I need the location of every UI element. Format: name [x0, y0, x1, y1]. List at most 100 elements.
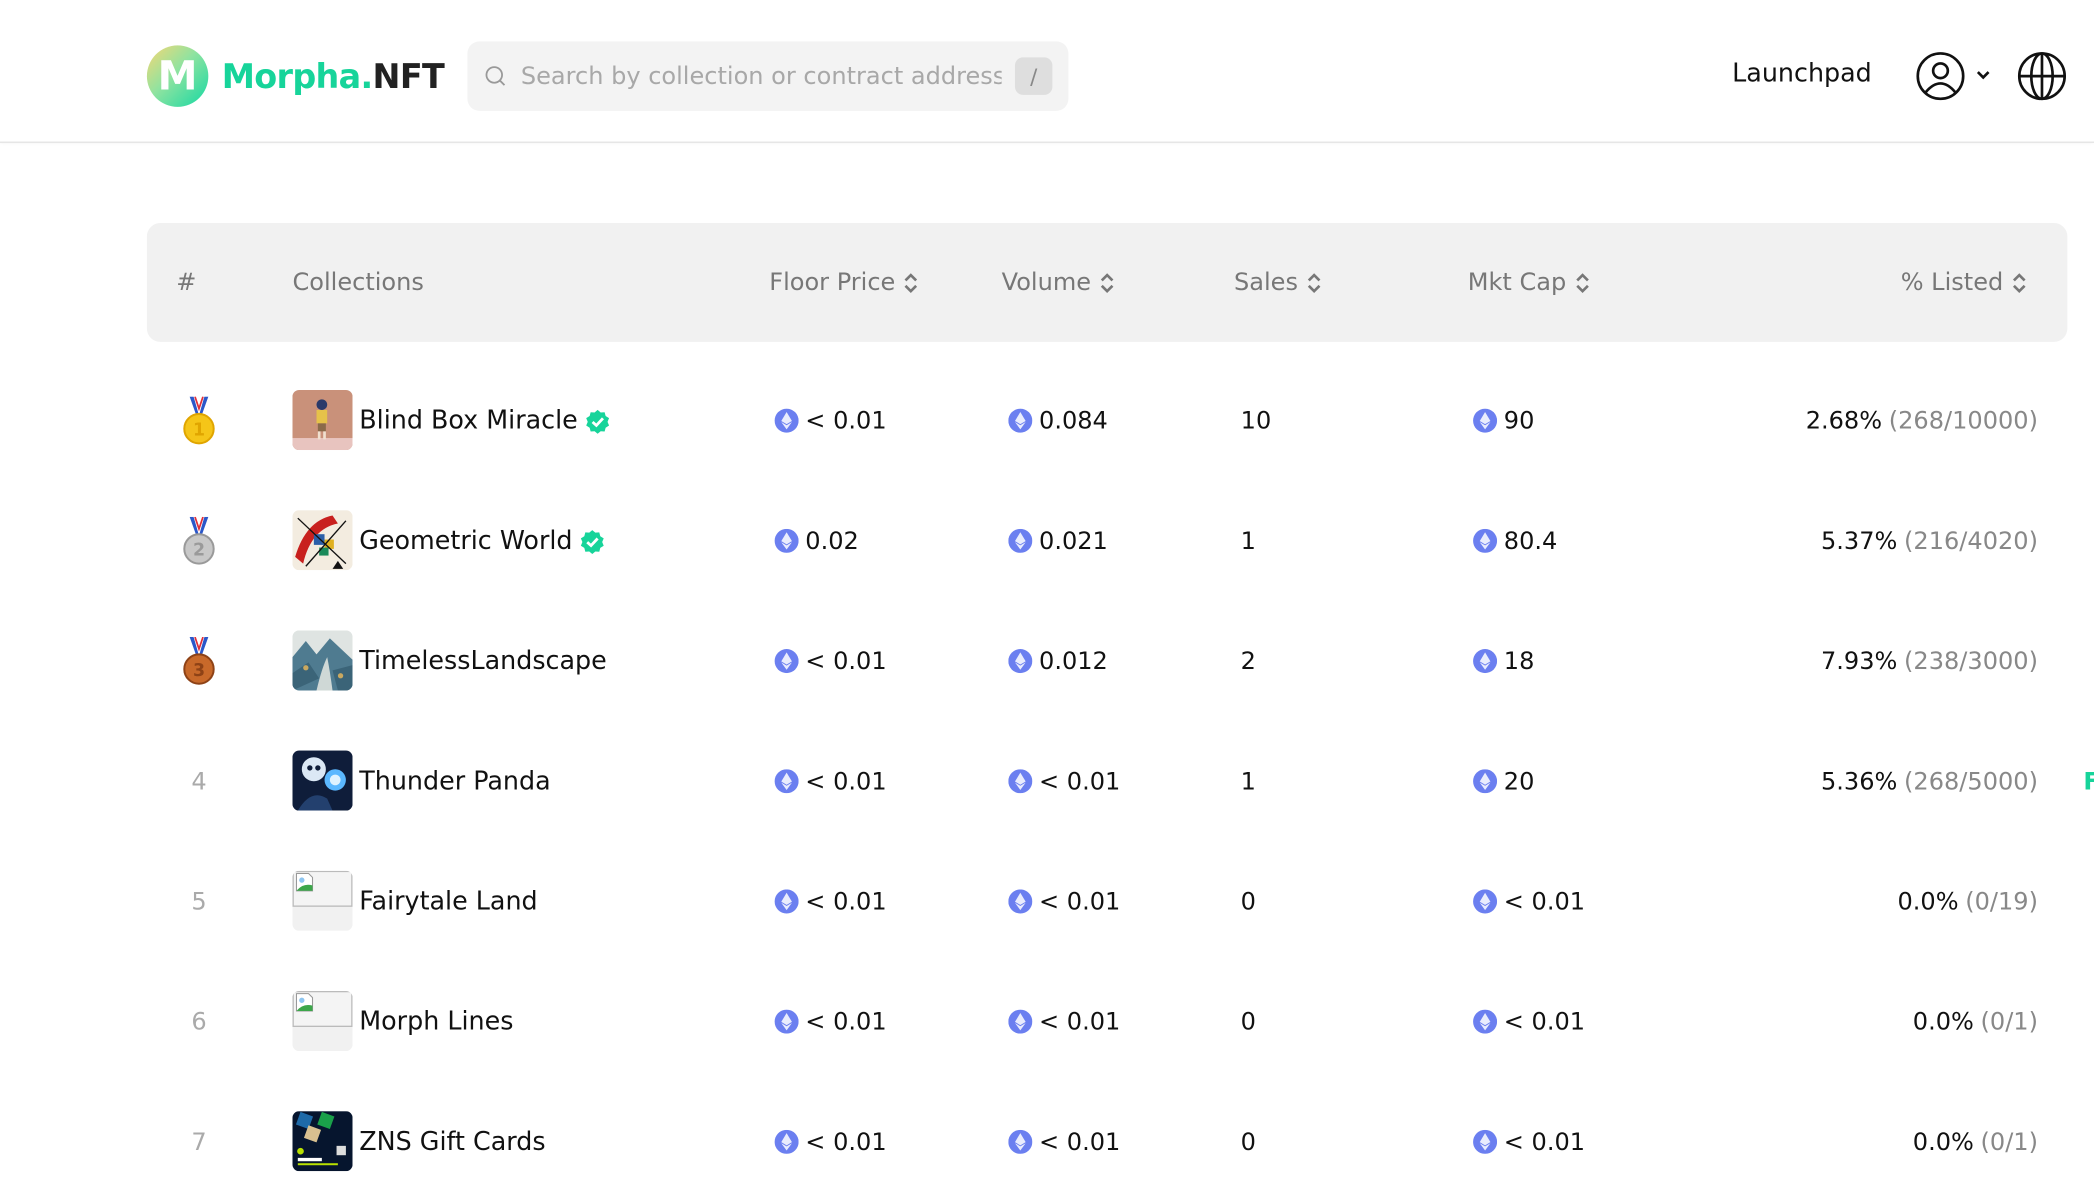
launchpad-link[interactable]: Launchpad — [1732, 59, 1872, 88]
logo-mark-icon: M — [146, 45, 209, 107]
eth-icon — [1473, 528, 1498, 553]
column-header-listed[interactable]: % Listed — [1901, 268, 2028, 296]
collection-thumbnail[interactable] — [292, 990, 353, 1052]
table-row[interactable]: 5 Fairytale Land < 0.01 < 0.01 0 < 0.01 … — [147, 841, 2067, 961]
collection-name[interactable]: Geometric World — [359, 481, 604, 601]
collection-name-text[interactable]: TimelessLandscape — [359, 646, 607, 675]
sales-cell: 2 — [1240, 647, 1256, 676]
table-row[interactable]: 1 Blind Box Miracle < 0.01 0.084 10 90 2… — [147, 361, 2067, 481]
floor-price-cell: < 0.01 — [774, 601, 887, 721]
listed-cell: 5.37% (216/4020) — [1820, 526, 2038, 555]
column-header-rank: # — [176, 268, 197, 297]
sales-cell: 0 — [1240, 1127, 1256, 1156]
eth-icon — [1008, 1129, 1033, 1154]
offscreen-element-fragment: F — [2083, 768, 2094, 796]
floor-price-cell: 0.02 — [774, 481, 859, 601]
rank-medal-gold: 1 — [176, 361, 221, 481]
sales-cell: 0 — [1240, 1007, 1256, 1036]
sales-cell: 0 — [1240, 887, 1256, 916]
collection-name[interactable]: Fairytale Land — [359, 841, 537, 961]
eth-icon — [1008, 649, 1033, 674]
logo-text: Morpha.NFT — [221, 56, 445, 96]
floor-price-cell: < 0.01 — [774, 721, 887, 841]
svg-text:3: 3 — [193, 661, 205, 681]
svg-text:2: 2 — [193, 541, 205, 561]
medal-icon: 1 — [183, 396, 215, 445]
eth-icon — [1008, 528, 1033, 553]
column-header-sales[interactable]: Sales — [1234, 268, 1322, 296]
column-header-volume[interactable]: Volume — [1002, 268, 1115, 296]
floor-price-cell: < 0.01 — [774, 361, 887, 481]
listed-cell: 5.36% (268/5000) — [1820, 767, 2038, 796]
sales-cell: 1 — [1240, 526, 1256, 555]
mkt-cap-cell: 90 — [1473, 361, 1534, 481]
table-row[interactable]: 7 ZNS Gift Cards < 0.01 < 0.01 0 < 0.01 … — [147, 1082, 2067, 1202]
collection-thumbnail[interactable] — [292, 870, 353, 931]
collection-thumbnail[interactable] — [292, 1111, 353, 1172]
eth-icon — [774, 649, 799, 674]
floor-price-cell: < 0.01 — [774, 962, 887, 1082]
table-row[interactable]: 2 Geometric World 0.02 0.021 1 80.4 5.37… — [147, 481, 2067, 601]
collection-name[interactable]: ZNS Gift Cards — [359, 1082, 545, 1202]
rank-medal-bronze: 3 — [176, 601, 221, 721]
column-header-mkt-cap[interactable]: Mkt Cap — [1468, 268, 1591, 296]
collection-name-text[interactable]: Thunder Panda — [359, 767, 550, 796]
collection-name-text[interactable]: Geometric World — [359, 526, 572, 555]
sales-cell: 10 — [1240, 406, 1272, 435]
collection-name[interactable]: Morph Lines — [359, 962, 513, 1082]
rank-number: 7 — [191, 1127, 207, 1156]
collection-thumbnail[interactable] — [292, 750, 353, 811]
volume-cell: 0.012 — [1008, 601, 1108, 721]
floor-price-cell: < 0.01 — [774, 1082, 887, 1202]
rank-number: 5 — [191, 887, 207, 916]
mkt-cap-cell: 18 — [1473, 601, 1534, 721]
sort-icon — [1307, 272, 1321, 293]
rank-medal-silver: 2 — [176, 481, 221, 601]
search-input[interactable] — [518, 60, 1005, 92]
collection-thumbnail[interactable] — [292, 630, 353, 691]
mkt-cap-cell: 80.4 — [1473, 481, 1557, 601]
eth-icon — [774, 528, 799, 553]
medal-icon: 3 — [183, 637, 215, 685]
collection-name-text[interactable]: Morph Lines — [359, 1007, 513, 1036]
collection-name[interactable]: TimelessLandscape — [359, 601, 607, 721]
eth-icon — [1008, 408, 1033, 433]
eth-icon — [1008, 889, 1033, 914]
chevron-down-icon[interactable] — [1975, 67, 1991, 83]
mkt-cap-cell: 20 — [1473, 721, 1534, 841]
column-header-collections: Collections — [292, 268, 424, 297]
globe-icon[interactable] — [2017, 51, 2068, 102]
eth-icon — [1473, 408, 1498, 433]
mkt-cap-cell: < 0.01 — [1473, 841, 1585, 961]
collection-name[interactable]: Thunder Panda — [359, 721, 550, 841]
eth-icon — [774, 1009, 799, 1034]
listed-cell: 0.0% (0/1) — [1912, 1007, 2038, 1036]
column-header-floor-price[interactable]: Floor Price — [769, 268, 919, 296]
eth-icon — [1473, 889, 1498, 914]
collection-name-text[interactable]: Fairytale Land — [359, 887, 537, 916]
logo[interactable]: M Morpha.NFT — [146, 45, 445, 107]
eth-icon — [1008, 1009, 1033, 1034]
sort-icon — [2012, 272, 2026, 293]
collection-name-text[interactable]: Blind Box Miracle — [359, 406, 578, 435]
table-row[interactable]: 3 TimelessLandscape < 0.01 0.012 2 18 7.… — [147, 601, 2067, 721]
search-bar[interactable]: / — [467, 41, 1069, 111]
table-row[interactable]: 4 Thunder Panda < 0.01 < 0.01 1 20 5.36%… — [147, 721, 2067, 841]
user-circle-icon[interactable] — [1915, 51, 1966, 102]
mkt-cap-cell: < 0.01 — [1473, 1082, 1585, 1202]
medal-icon: 2 — [183, 516, 215, 565]
collection-name[interactable]: Blind Box Miracle — [359, 361, 610, 481]
table-row[interactable]: 6 Morph Lines < 0.01 < 0.01 0 < 0.01 0.0… — [147, 962, 2067, 1082]
eth-icon — [774, 889, 799, 914]
rank-number: 6 — [191, 1007, 207, 1036]
eth-icon — [1473, 769, 1498, 794]
collection-thumbnail[interactable] — [292, 389, 353, 451]
volume-cell: < 0.01 — [1008, 841, 1120, 961]
listed-cell: 0.0% (0/1) — [1912, 1127, 2038, 1156]
listed-cell: 7.93% (238/3000) — [1820, 647, 2038, 676]
verified-badge-icon — [585, 409, 609, 434]
collection-name-text[interactable]: ZNS Gift Cards — [359, 1127, 545, 1156]
collection-thumbnail[interactable] — [292, 510, 353, 571]
search-shortcut-badge: / — [1014, 57, 1053, 95]
listed-cell: 2.68% (268/10000) — [1805, 406, 2038, 435]
